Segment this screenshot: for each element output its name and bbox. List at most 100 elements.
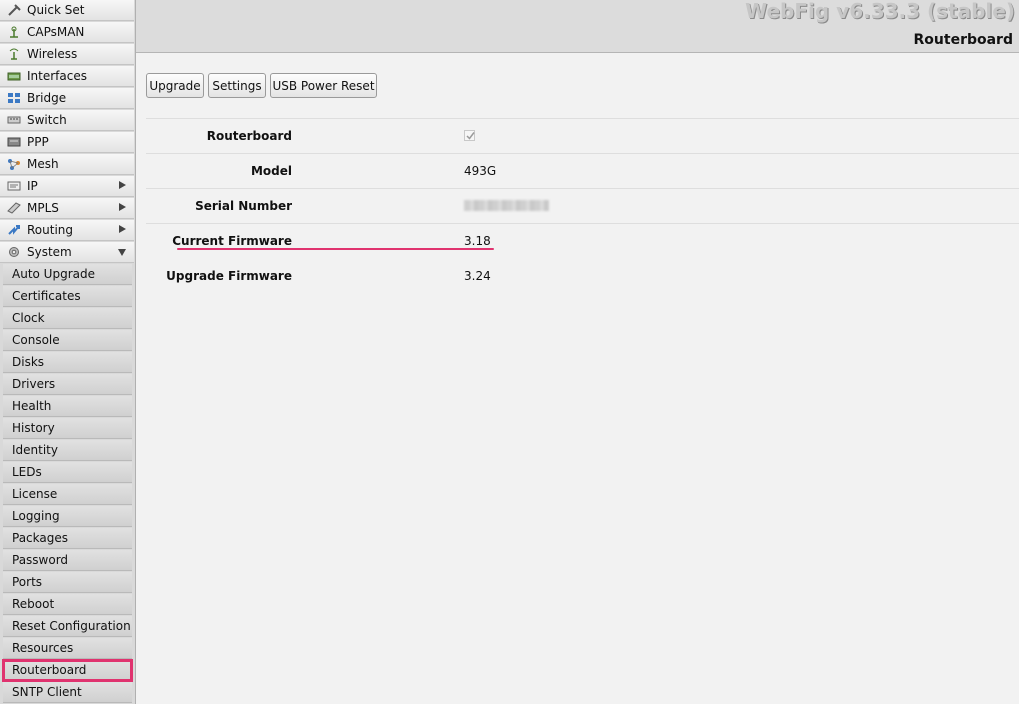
submenu-item-auto-upgrade[interactable]: Auto Upgrade [3, 264, 132, 285]
submenu-item-label: Ports [12, 575, 43, 589]
submenu-item-label: Resources [12, 641, 74, 655]
sidebar-item-label: Bridge [27, 91, 67, 105]
submenu-item-label: History [12, 421, 55, 435]
wireless-icon [7, 48, 21, 60]
submenu-item-reboot[interactable]: Reboot [3, 594, 132, 615]
submenu-item-reset-configuration[interactable]: Reset Configuration [3, 616, 132, 637]
upgrade-button[interactable]: Upgrade [146, 73, 204, 98]
submenu-item-label: Reset Configuration [12, 619, 131, 633]
sidebar-item-label: CAPsMAN [27, 25, 85, 39]
row-divider [146, 188, 1019, 189]
chevron-down-icon [118, 249, 126, 256]
submenu-item-label: LEDs [12, 465, 42, 479]
serial-number-redacted [464, 200, 549, 211]
sidebar-item-wireless[interactable]: Wireless [0, 44, 134, 65]
submenu-item-ports[interactable]: Ports [3, 572, 132, 593]
sidebar-item-ip[interactable]: IP [0, 176, 134, 197]
routerboard-checkbox [464, 130, 475, 141]
row-divider [146, 153, 1019, 154]
submenu-item-label: Drivers [12, 377, 56, 391]
chevron-right-icon [119, 225, 126, 233]
current-firmware-value: 3.18 [464, 234, 491, 248]
header: WebFig v6.33.3 (stable) Routerboard [136, 0, 1019, 53]
submenu-item-password[interactable]: Password [3, 550, 132, 571]
mesh-icon [7, 158, 21, 170]
sidebar-item-label: Routing [27, 223, 74, 237]
submenu-item-label: Password [12, 553, 69, 567]
sidebar-item-mpls[interactable]: MPLS [0, 198, 134, 219]
submenu-item-label: Packages [12, 531, 68, 545]
sidebar-item-label: Mesh [27, 157, 59, 171]
row-divider [146, 118, 1019, 119]
serial-number-label: Serial Number [195, 199, 292, 213]
sidebar-item-label: Quick Set [27, 3, 85, 17]
chevron-right-icon [119, 181, 126, 189]
submenu-item-health[interactable]: Health [3, 396, 132, 417]
highlight-underline [177, 248, 494, 250]
quick-set-icon [7, 4, 21, 16]
submenu-item-license[interactable]: License [3, 484, 132, 505]
capsman-icon [7, 26, 21, 38]
submenu-item-history[interactable]: History [3, 418, 132, 439]
submenu-item-label: SNTP Client [12, 685, 82, 699]
gear-icon [7, 246, 21, 258]
sidebar-item-switch[interactable]: Switch [0, 110, 134, 131]
chevron-right-icon [119, 203, 126, 211]
submenu-item-label: Logging [12, 509, 60, 523]
submenu-item-clock[interactable]: Clock [3, 308, 132, 329]
sidebar-item-capsman[interactable]: CAPsMAN [0, 22, 134, 43]
submenu-item-resources[interactable]: Resources [3, 638, 132, 659]
routing-icon [7, 224, 21, 236]
sidebar-item-label: System [27, 245, 72, 259]
sidebar-item-label: IP [27, 179, 38, 193]
submenu-item-console[interactable]: Console [3, 330, 132, 351]
submenu-item-identity[interactable]: Identity [3, 440, 132, 461]
submenu-item-logging[interactable]: Logging [3, 506, 132, 527]
sidebar-item-routing[interactable]: Routing [0, 220, 134, 241]
routerboard-label: Routerboard [206, 129, 292, 143]
sidebar-item-system[interactable]: System [0, 242, 134, 263]
submenu-item-label: Routerboard [12, 663, 87, 677]
submenu-item-label: Identity [12, 443, 58, 457]
sidebar-item-label: Interfaces [27, 69, 87, 83]
app-title: WebFig v6.33.3 (stable) [745, 0, 1015, 23]
submenu-item-label: Certificates [12, 289, 81, 303]
current-firmware-label: Current Firmware [172, 234, 292, 248]
submenu-item-label: Auto Upgrade [12, 267, 95, 281]
sidebar-item-label: MPLS [27, 201, 59, 215]
mpls-icon [7, 202, 21, 214]
submenu-item-label: Disks [12, 355, 45, 369]
sidebar-item-label: Switch [27, 113, 67, 127]
check-icon [466, 132, 475, 140]
sidebar-item-quick-set[interactable]: Quick Set [0, 0, 134, 21]
submenu-item-label: Health [12, 399, 52, 413]
submenu-item-disks[interactable]: Disks [3, 352, 132, 373]
settings-button[interactable]: Settings [208, 73, 266, 98]
ppp-icon [7, 136, 21, 148]
submenu-item-label: Clock [12, 311, 45, 325]
upgrade-firmware-label: Upgrade Firmware [166, 269, 292, 283]
submenu-item-label: Reboot [12, 597, 55, 611]
submenu-item-drivers[interactable]: Drivers [3, 374, 132, 395]
submenu-item-label: Console [12, 333, 60, 347]
model-label: Model [250, 164, 292, 178]
submenu-item-sntp-client[interactable]: SNTP Client [3, 682, 132, 703]
sidebar-item-bridge[interactable]: Bridge [0, 88, 134, 109]
upgrade-firmware-value: 3.24 [464, 269, 491, 283]
switch-icon [7, 114, 21, 126]
ip-icon [7, 180, 21, 192]
submenu-item-routerboard[interactable]: Routerboard [2, 659, 133, 682]
usb-power-reset-button[interactable]: USB Power Reset [270, 73, 377, 98]
sidebar-item-interfaces[interactable]: Interfaces [0, 66, 134, 87]
sidebar-item-label: PPP [27, 135, 49, 149]
submenu-item-leds[interactable]: LEDs [3, 462, 132, 483]
bridge-icon [7, 92, 21, 104]
sidebar-item-label: Wireless [27, 47, 78, 61]
row-divider [146, 223, 1019, 224]
sidebar-item-ppp[interactable]: PPP [0, 132, 134, 153]
model-value: 493G [464, 164, 497, 178]
sidebar-item-mesh[interactable]: Mesh [0, 154, 134, 175]
submenu-item-certificates[interactable]: Certificates [3, 286, 132, 307]
submenu-item-packages[interactable]: Packages [3, 528, 132, 549]
page-title: Routerboard [913, 32, 1013, 48]
